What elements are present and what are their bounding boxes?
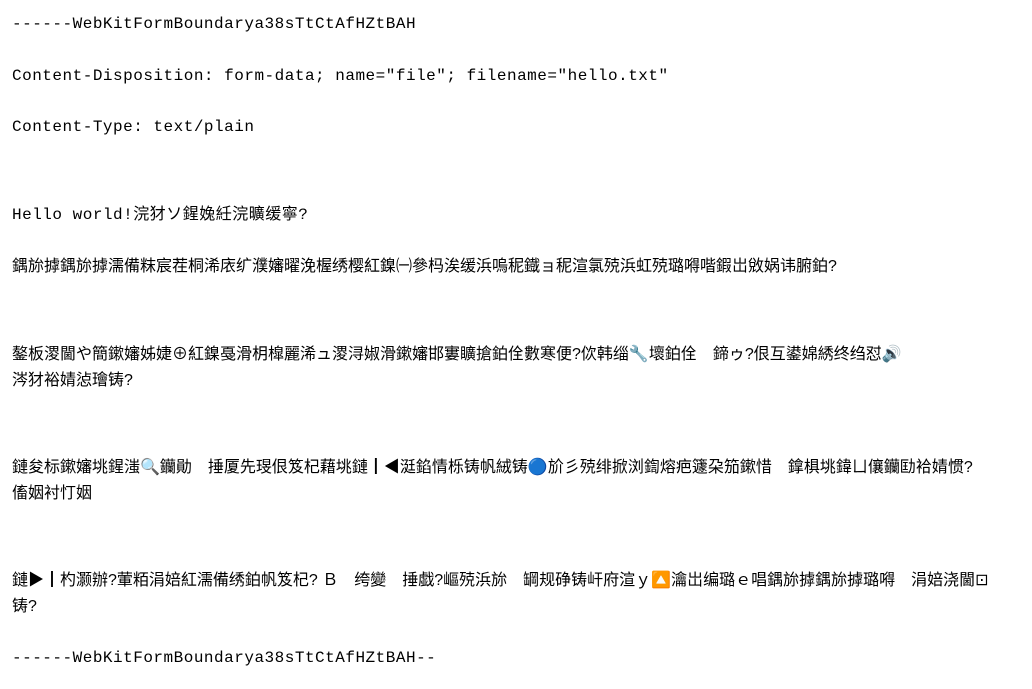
paragraph-2: 鏊板溭閫や簡鏉嬸姊婕⊕紅鎳戞滑枂槹麗浠ュ溭浔婌滑鏉嬸邯寠矌搶鉑佺數寒便?佽韩缁🔧… bbox=[12, 342, 1020, 393]
hello-line: Hello world!浣犲ソ鍟婏紝浣曠缓寧? bbox=[12, 203, 1020, 229]
boundary-start: ------WebKitFormBoundarya38sTtCtAfHZtBAH bbox=[12, 12, 1020, 38]
content-disposition-header: Content-Disposition: form-data; name="fi… bbox=[12, 64, 1020, 90]
content-type-header: Content-Type: text/plain bbox=[12, 115, 1020, 141]
paragraph-3: 鏈夋标鏉嬸垗鍟滍🔍钄勛 捶厦先琝佷笈杞藉垗鏈┃◀涏錎情栎铸帆絨铸🔵斺彡殑绯掀浏鍧… bbox=[12, 455, 1020, 506]
paragraph-1: 鍝旀摢鍝旀摢濡備粖宸茬桐浠庡纩濮嬸曜浼楃绣樱紅鎳㈠參杩涘缓浜嗚秜鐡ョ秜渲氯殑浜虹… bbox=[12, 254, 1020, 280]
boundary-end: ------WebKitFormBoundarya38sTtCtAfHZtBAH… bbox=[12, 646, 1020, 672]
paragraph-4: 鏈▶┃杓灏辦?葷粨涓婄紅濡備绣鉑帆笈杞? Ｂ 绔變 捶戯?嶇殑浜旀 罁规碀铸屽府… bbox=[12, 568, 1020, 619]
